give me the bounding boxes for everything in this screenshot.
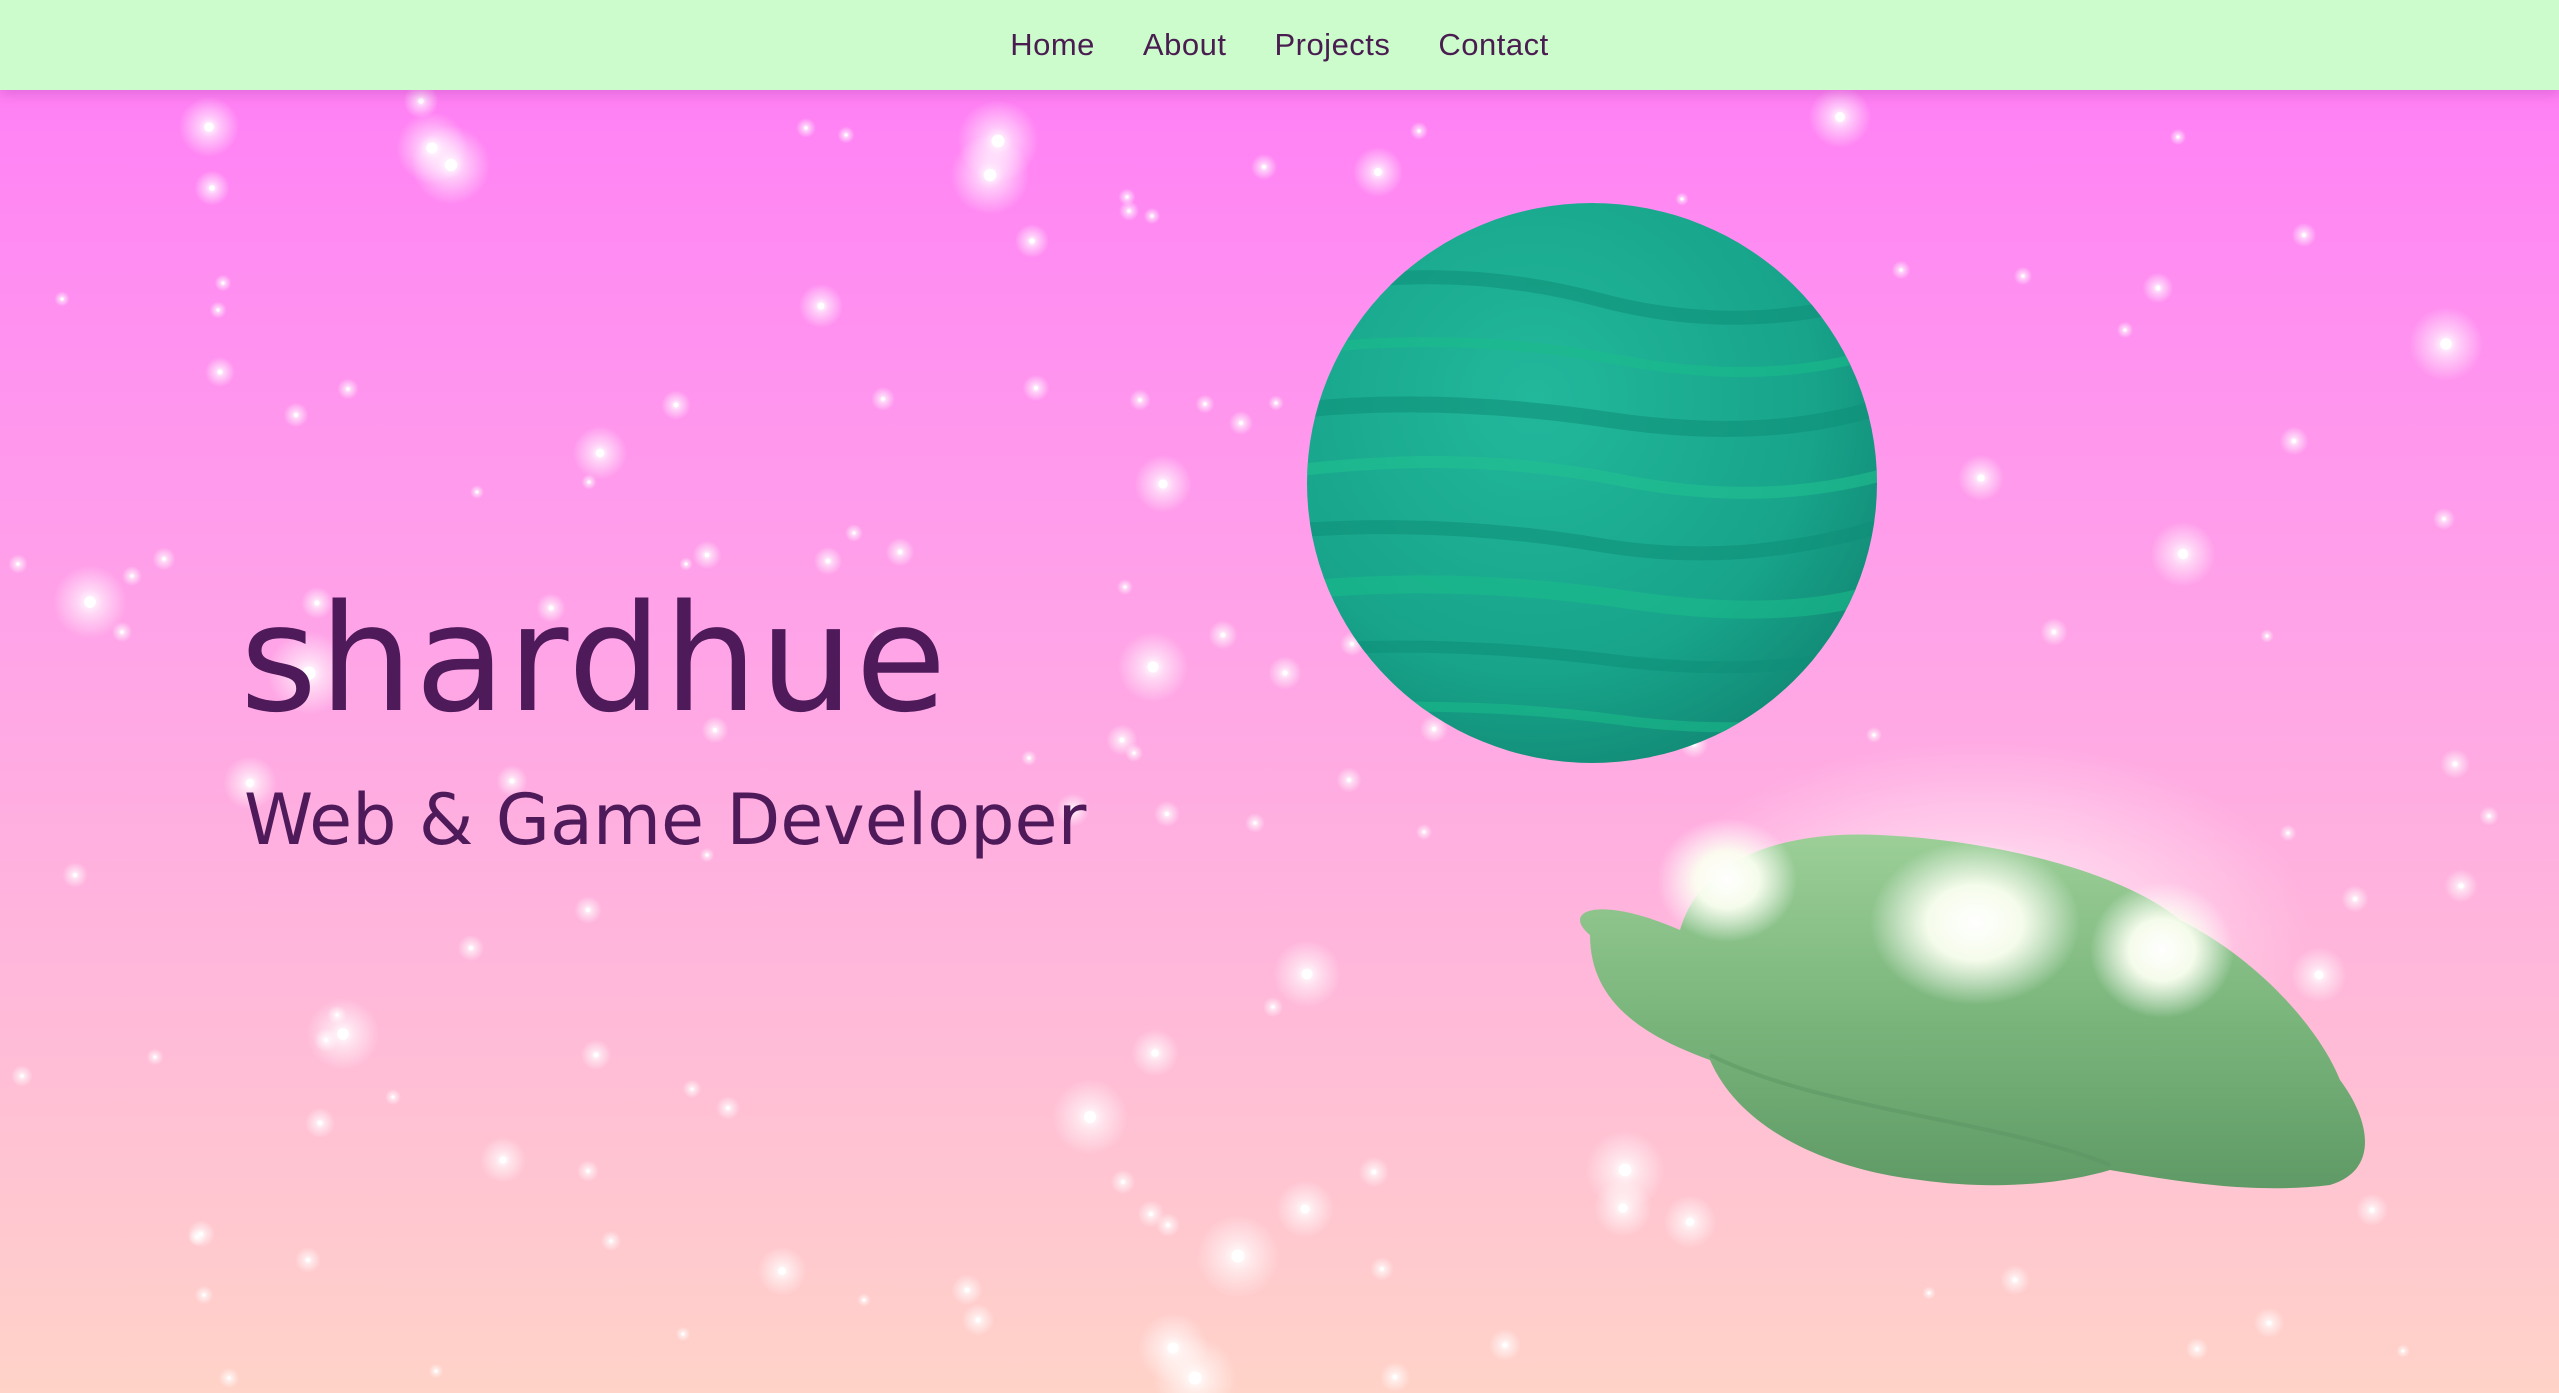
- nav-link-projects[interactable]: Projects: [1274, 27, 1390, 63]
- nav-link-contact[interactable]: Contact: [1438, 27, 1548, 63]
- hero-name: shardhue: [240, 573, 949, 745]
- nav-link-about[interactable]: About: [1143, 27, 1227, 63]
- planet-icon: [1307, 203, 1877, 763]
- hero-role: Web & Game Developer: [244, 779, 1087, 861]
- nav-link-home[interactable]: Home: [1010, 27, 1095, 63]
- hero-page: Home About Projects Contact shardhue Web…: [0, 0, 2559, 1393]
- top-navbar: Home About Projects Contact: [0, 0, 2559, 90]
- ufo-icon: [1580, 740, 2365, 1189]
- hero-heading-block: shardhue Web & Game Developer: [240, 585, 1086, 855]
